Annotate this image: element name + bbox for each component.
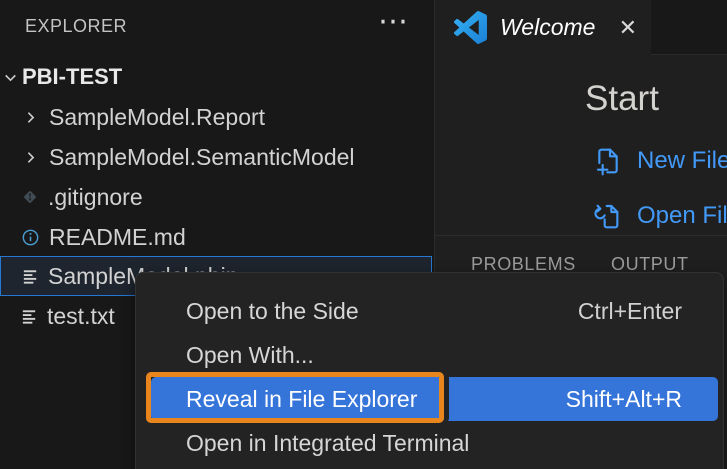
context-menu: Open to the Side Ctrl+Enter Open With...… <box>135 272 724 469</box>
tree-item-samplemodel-report[interactable]: SampleModel.Report <box>0 97 434 137</box>
tab-bar-empty <box>651 0 727 55</box>
new-file-icon <box>592 145 624 177</box>
new-file-label: New File... <box>637 147 727 175</box>
explorer-title: EXPLORER <box>25 16 127 37</box>
explorer-header: EXPLORER ⋯ <box>0 0 434 56</box>
menu-item-label: Open to the Side <box>186 298 578 325</box>
tree-item-label: SampleModel.Report <box>49 104 265 131</box>
new-file-link[interactable]: New File... <box>592 145 727 177</box>
tree-item-label: README.md <box>49 224 186 251</box>
tree-root-pbi-test[interactable]: PBI-TEST <box>0 57 434 97</box>
text-file-icon <box>20 307 39 326</box>
open-file-label: Open File... <box>637 202 727 230</box>
info-icon <box>20 227 41 248</box>
tab-label: Welcome <box>500 14 613 41</box>
menu-item-label: Open With... <box>186 342 682 369</box>
start-heading: Start <box>585 79 659 119</box>
tree-item-samplemodel-semanticmodel[interactable]: SampleModel.SemanticModel <box>0 137 434 177</box>
git-icon <box>20 187 40 207</box>
menu-item-open-with[interactable]: Open With... <box>136 333 723 377</box>
menu-item-open-to-the-side[interactable]: Open to the Side Ctrl+Enter <box>136 289 723 333</box>
menu-item-reveal-in-file-explorer[interactable]: Reveal in File Explorer Shift+Alt+R <box>151 377 718 421</box>
chevron-right-icon[interactable] <box>22 149 39 166</box>
menu-item-shortcut: Shift+Alt+R <box>566 386 682 413</box>
tree-item-label: .gitignore <box>48 184 143 211</box>
tab-bar: Welcome ✕ <box>435 0 727 55</box>
close-icon[interactable]: ✕ <box>619 15 637 41</box>
menu-item-open-in-integrated-terminal[interactable]: Open in Integrated Terminal <box>136 421 723 465</box>
tree-item-gitignore[interactable]: .gitignore <box>0 177 434 217</box>
more-actions-icon[interactable]: ⋯ <box>378 2 408 42</box>
menu-item-shortcut: Ctrl+Enter <box>578 298 682 325</box>
menu-item-label: Open in Integrated Terminal <box>186 430 682 457</box>
tab-welcome[interactable]: Welcome ✕ <box>435 0 651 55</box>
open-file-icon <box>592 200 624 232</box>
chevron-right-icon[interactable] <box>22 109 39 126</box>
vscode-window: EXPLORER ⋯ PBI-TEST SampleModel.Report <box>0 0 727 469</box>
tree-item-label: test.txt <box>47 303 115 330</box>
welcome-page: Start New File... <box>435 55 727 235</box>
open-file-link[interactable]: Open File... <box>592 200 727 232</box>
text-file-icon <box>21 267 40 286</box>
vscode-logo-icon <box>454 11 487 44</box>
tree-item-readme[interactable]: README.md <box>0 217 434 257</box>
menu-item-label: Reveal in File Explorer <box>186 386 566 413</box>
tree-item-label: SampleModel.SemanticModel <box>49 144 355 171</box>
tree-root-label: PBI-TEST <box>22 64 122 90</box>
chevron-down-icon[interactable] <box>2 69 19 86</box>
